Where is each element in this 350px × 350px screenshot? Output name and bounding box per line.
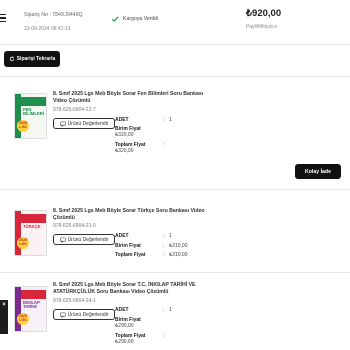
unit-price-label: Birim Fiyat	[115, 243, 141, 249]
total-price-value: ₺290,00	[115, 339, 134, 345]
repeat-order-label: Siparişi Tekrarla	[16, 56, 56, 62]
rate-product-label: Ürünü Değerlendir	[67, 236, 109, 243]
unit-price-value: ₺290,00	[115, 323, 134, 329]
check-icon	[111, 16, 119, 22]
rate-product-button[interactable]: Ürünü Değerlendir	[53, 234, 115, 245]
colon: :	[163, 142, 165, 148]
product-image[interactable]: İNKILAP TARİHİ 2025 LGS	[14, 286, 47, 332]
quantity-value: 1	[169, 233, 172, 239]
comment-icon	[59, 237, 66, 243]
colon: :	[163, 307, 165, 313]
refresh-icon	[9, 56, 14, 62]
payment-method: PayWithIyzico	[246, 24, 278, 30]
colon: :	[163, 243, 165, 249]
unit-price-value: ₺310,00	[169, 243, 188, 249]
rate-product-label: Ürünü Değerlendir	[67, 120, 109, 127]
order-status-label: Kargoya Verildi	[123, 16, 158, 22]
product-image[interactable]: FEN BİLİMLERİ 2025 LGS	[14, 93, 47, 139]
product-code: 978-625-6904-21-0	[53, 223, 96, 229]
menu-icon[interactable]	[0, 14, 6, 23]
total-price-value: ₺320,00	[115, 148, 134, 154]
divider	[0, 189, 350, 190]
divider	[0, 76, 350, 77]
colon: :	[163, 252, 165, 258]
divider	[0, 44, 350, 45]
cover-sticker: 2025 LGS	[17, 120, 29, 132]
product-title[interactable]: 8. Sınıf 2025 Lgs Meb Böyle Sorar Türkçe…	[53, 208, 213, 221]
cover-title: İNKILAP TARİHİ	[23, 300, 40, 310]
total-price-value: ₺310,00	[169, 252, 188, 258]
divider	[0, 272, 350, 273]
order-total: ₺920,00	[246, 8, 282, 19]
rate-product-label: Ürünü Değerlendir	[67, 311, 109, 318]
comment-icon	[59, 312, 66, 318]
product-code: 978-625-6904-22-7	[53, 107, 96, 113]
quantity-label: ADET	[115, 117, 129, 123]
side-widget-tab[interactable]: ×	[0, 300, 8, 334]
order-header: Sipariş No : 784XJ9449Q 23-09-2024 08:42…	[0, 0, 350, 40]
cover-sticker: 2025 LGS	[17, 313, 29, 325]
colon: :	[163, 333, 165, 339]
cover-title: TÜRKÇE	[23, 224, 41, 229]
cover-sticker: 2025 LGS	[17, 237, 29, 249]
product-code: 978-625-6904-24-1	[53, 298, 96, 304]
quantity-value: 1	[169, 307, 172, 313]
unit-price-value: ₺320,00	[115, 132, 134, 138]
quantity-value: 1	[169, 117, 172, 123]
product-title[interactable]: 8. Sınıf 2025 Lgs Meb Böyle Sorar Fen Bi…	[53, 91, 213, 104]
rate-product-button[interactable]: Ürünü Değerlendir	[53, 309, 115, 320]
quantity-label: ADET	[115, 233, 129, 239]
order-date: 23-09-2024 08:42:13	[24, 26, 71, 32]
close-icon[interactable]: ×	[2, 302, 6, 308]
easy-return-button[interactable]: Kolay İade	[295, 164, 341, 179]
repeat-order-button[interactable]: Siparişi Tekrarla	[4, 51, 60, 67]
rate-product-button[interactable]: Ürünü Değerlendir	[53, 118, 115, 129]
product-title[interactable]: 8. Sınıf 2025 Lgs Meb Böyle Sorar T.C. İ…	[53, 282, 203, 295]
total-price-label: Toplam Fiyat	[115, 252, 146, 258]
order-status: Kargoya Verildi	[111, 15, 158, 23]
quantity-label: ADET	[115, 307, 129, 313]
cover-title: FEN BİLİMLERİ	[23, 107, 44, 117]
comment-icon	[59, 121, 66, 127]
colon: :	[163, 117, 165, 123]
order-number: Sipariş No : 784XJ9449Q	[24, 12, 83, 18]
colon: :	[163, 233, 165, 239]
product-image[interactable]: TÜRKÇE 2025 LGS	[14, 210, 47, 256]
